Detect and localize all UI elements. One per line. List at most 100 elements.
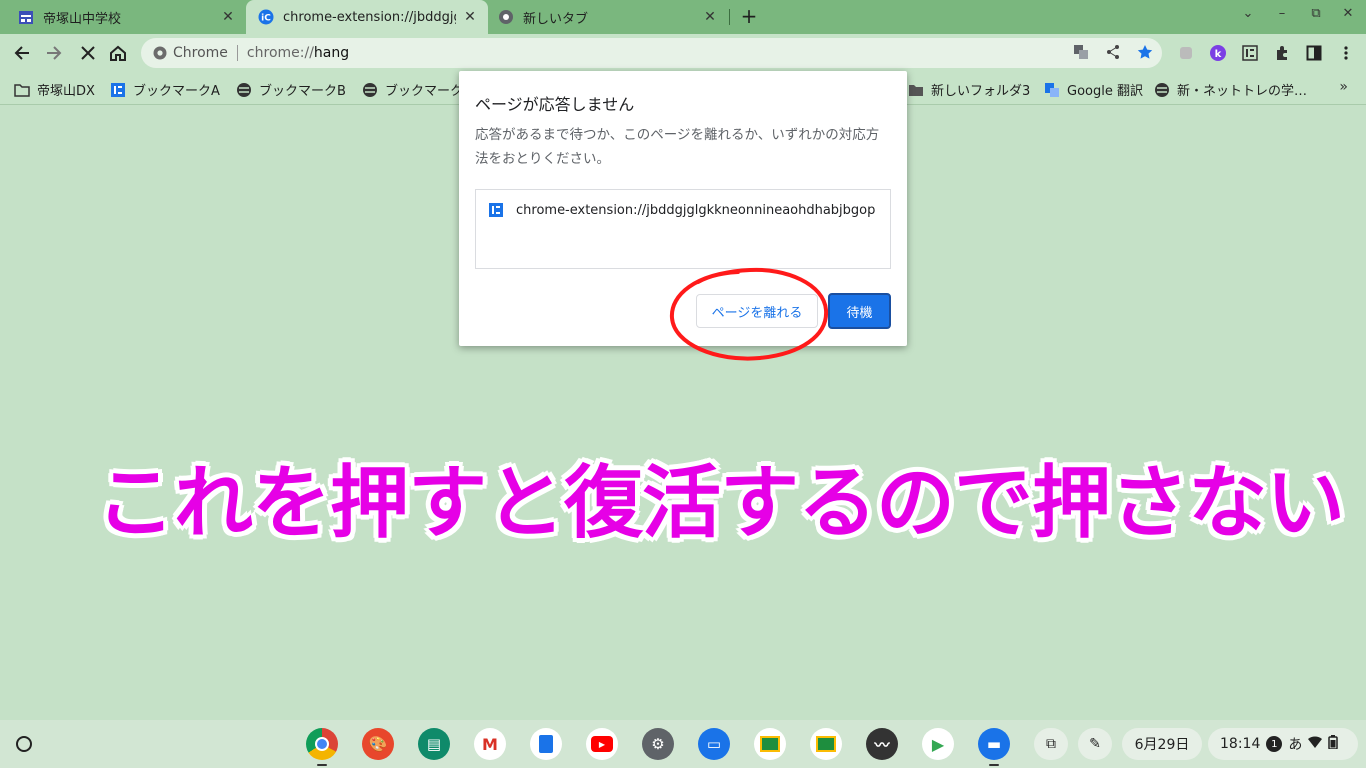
chat-bubble-icon[interactable]: ▬ <box>978 728 1010 760</box>
tab-separator <box>729 9 730 25</box>
translate-icon[interactable] <box>1072 43 1090 61</box>
new-tab-button[interactable]: + <box>737 4 761 28</box>
tab-strip: 帝塚山中学校 ✕ iC chrome-extension://jbddgjglg… <box>0 0 1366 34</box>
page-url: chrome-extension://jbddgjglgkkneonnineao… <box>516 202 876 218</box>
tab-close-icon[interactable]: ✕ <box>702 9 718 25</box>
share-icon[interactable] <box>1104 43 1122 61</box>
stop-x-icon <box>81 46 95 60</box>
close-window-icon[interactable]: ✕ <box>1338 6 1358 21</box>
bookmark-label: 新しいフォルダ3 <box>931 84 1031 99</box>
bookmark-item[interactable]: Google 翻訳 <box>1044 80 1143 99</box>
tab-label: 帝塚山中学校 <box>43 11 122 27</box>
tab-label: chrome-extension://jbddgjglgkkneonnineao… <box>283 9 456 25</box>
running-indicator <box>989 764 999 766</box>
menu-kebab-icon[interactable] <box>1334 41 1358 65</box>
classroom-alt-icon[interactable] <box>810 728 842 760</box>
restore-icon[interactable]: ⧉ <box>1306 6 1326 21</box>
home-button[interactable] <box>106 41 130 65</box>
forward-button[interactable] <box>42 41 66 65</box>
wifi-icon <box>1308 736 1323 752</box>
annotation-caption: これを押すと復活するので押さない <box>96 457 1345 549</box>
bookmark-item[interactable]: ブックマークA <box>110 80 220 99</box>
bookmark-label: ブックマーク <box>385 84 464 99</box>
chrome-app-icon[interactable] <box>306 728 338 760</box>
svg-text:k: k <box>1215 49 1222 60</box>
tab-search-icon[interactable]: ⌄ <box>1238 6 1258 21</box>
tab-close-icon[interactable]: ✕ <box>220 9 236 25</box>
chrome-logo-icon <box>153 46 167 60</box>
back-arrow-icon <box>14 46 29 60</box>
bookmark-label: ブックマークB <box>259 84 346 99</box>
chrome-globe-icon <box>498 9 514 25</box>
globe-icon <box>1154 82 1170 98</box>
play-store-icon[interactable]: ▶ <box>922 728 954 760</box>
gmail-icon[interactable]: M <box>474 728 506 760</box>
minimize-icon[interactable]: – <box>1272 6 1292 21</box>
status-tray[interactable]: 18:14 1 あ <box>1208 728 1358 760</box>
list-item: chrome-extension://jbddgjglgkkneonnineao… <box>488 202 876 218</box>
classroom-icon[interactable] <box>754 728 786 760</box>
bookmark-item[interactable]: 新・ネットトレの学… <box>1154 80 1307 99</box>
k-extension-icon[interactable]: k <box>1206 41 1230 65</box>
stylus-pen-icon[interactable]: ✎ <box>1078 728 1112 760</box>
url-scheme: chrome:// <box>246 45 314 61</box>
ic-extension-icon <box>489 203 503 217</box>
ime-indicator: あ <box>1288 737 1303 753</box>
puzzle-extensions-icon[interactable] <box>1270 41 1294 65</box>
reader-app-icon[interactable]: ▤ <box>418 728 450 760</box>
extension-gray-icon[interactable] <box>1174 41 1198 65</box>
folder-icon <box>14 82 30 98</box>
bookmark-label: ブックマークA <box>133 84 220 99</box>
bookmarks-overflow-button[interactable]: » <box>1339 79 1348 95</box>
tab-label: 新しいタブ <box>523 11 589 27</box>
address-bar[interactable]: Chrome chrome:// hang <box>141 38 1162 68</box>
globe-icon <box>236 82 252 98</box>
tote-icon[interactable]: ⧉ <box>1034 728 1068 760</box>
docs-icon[interactable] <box>530 728 562 760</box>
stop-loading-button[interactable] <box>76 41 100 65</box>
ic-extension-icon: iC <box>258 9 274 25</box>
calendar-grid-icon <box>18 9 34 25</box>
toolbar: Chrome chrome:// hang k <box>0 34 1366 72</box>
dialog-title: ページが応答しません <box>475 95 635 114</box>
unresponsive-page-list: chrome-extension://jbddgjglgkkneonnineao… <box>475 189 891 269</box>
folder-icon <box>908 82 924 98</box>
side-panel-icon[interactable] <box>1302 41 1326 65</box>
notification-count-badge: 1 <box>1266 736 1283 752</box>
back-button[interactable] <box>10 41 34 65</box>
bookmark-item[interactable]: 帝塚山DX <box>14 80 95 99</box>
tab-extension[interactable]: iC chrome-extension://jbddgjglgkkneonnin… <box>246 0 488 34</box>
stats-line-icon[interactable]: 〰 <box>866 728 898 760</box>
system-shelf: 🎨 ▤ M ▶ ⚙ ▭ 〰 ▶ ▬ ⧉ ✎ 6月29日 18:14 1 あ <box>0 720 1366 768</box>
url-host: hang <box>313 45 350 61</box>
battery-icon <box>1328 735 1339 753</box>
bookmark-label: 帝塚山DX <box>37 84 95 99</box>
files-folder-icon[interactable]: ▭ <box>698 728 730 760</box>
tab-new-tab[interactable]: 新しいタブ ✕ <box>488 0 728 34</box>
ic-icon <box>110 82 126 98</box>
youtube-icon[interactable]: ▶ <box>586 728 618 760</box>
globe-icon <box>362 82 378 98</box>
tab-close-icon[interactable]: ✕ <box>462 9 478 25</box>
svg-text:iC: iC <box>261 14 271 24</box>
bookmark-label: 新・ネットトレの学… <box>1177 84 1308 99</box>
bookmark-item[interactable]: 新しいフォルダ3 <box>908 80 1030 99</box>
bookmark-label: Google 翻訳 <box>1067 84 1143 99</box>
dialog-message: 応答があるまで待つか、このページを離れるか、いずれかの対応方法をおとりください。 <box>475 127 880 167</box>
clock-time: 18:14 <box>1220 736 1261 752</box>
bookmark-item[interactable]: ブックマーク <box>362 80 463 99</box>
translate-icon <box>1044 82 1060 98</box>
running-indicator <box>317 764 327 766</box>
tab-school[interactable]: 帝塚山中学校 ✕ <box>0 0 246 34</box>
ic-toolbar-icon[interactable] <box>1238 41 1262 65</box>
launcher-icon[interactable] <box>16 736 32 752</box>
bookmark-star-icon[interactable] <box>1136 43 1154 61</box>
bookmark-item[interactable]: ブックマークB <box>236 80 346 99</box>
forward-arrow-icon <box>47 46 62 60</box>
date-display[interactable]: 6月29日 <box>1122 728 1202 760</box>
canvas-app-icon[interactable]: 🎨 <box>362 728 394 760</box>
omnibox-origin-label: Chrome <box>173 45 228 61</box>
wait-button[interactable]: 待機 <box>828 293 891 329</box>
settings-gear-icon[interactable]: ⚙ <box>642 728 674 760</box>
red-highlight-circle <box>669 267 829 361</box>
